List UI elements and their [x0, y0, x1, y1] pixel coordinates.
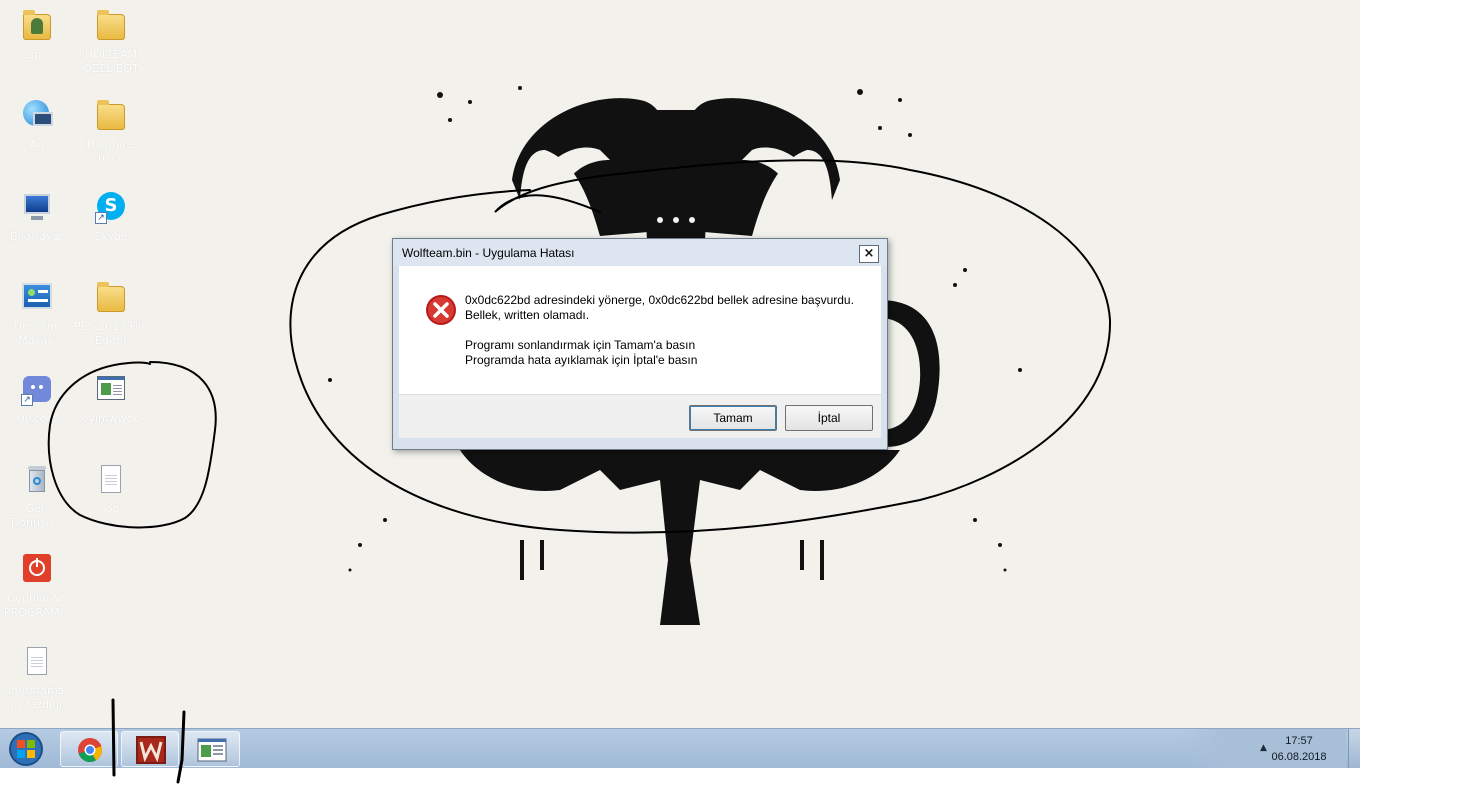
dialog-titlebar[interactable]: Wolfteam.bin - Uygulama Hatası ×	[393, 239, 887, 266]
desktop-icon-hilgmice[interactable]: Hilgmice hack	[74, 98, 148, 166]
skype-icon: S ↗	[93, 190, 129, 226]
message-line: Programda hata ayıklamak için İptal'e ba…	[465, 353, 698, 367]
dialog-title: Wolfteam.bin - Uygulama Hatası	[402, 246, 575, 260]
desktop-icon-control-panel[interactable]: Denetim Masası	[0, 280, 74, 348]
desktop-icon-skype[interactable]: S ↗ Skype	[74, 190, 148, 244]
cancel-button[interactable]: İptal	[785, 405, 873, 431]
clock-time: 17:57	[1285, 735, 1313, 747]
shortcut-arrow-icon: ↗	[95, 212, 107, 224]
system-tray: ▲ 17:57 06.08.2018	[1176, 729, 1346, 768]
error-icon	[426, 295, 456, 325]
desktop-icon-label: Discord	[16, 412, 58, 425]
recycle-bin-icon	[19, 462, 55, 498]
folder-icon	[93, 8, 129, 44]
desktop-icon-log[interactable]: log	[74, 462, 148, 516]
message-line: Programı sonlandırmak için Tamam'a basın	[465, 338, 696, 352]
desktop-icon-oyunlar[interactable]: Oyunlar Ve PROGRAM...	[0, 552, 74, 620]
dialog-body: 0x0dc622bd adresindeki yönerge, 0x0dc622…	[399, 266, 881, 394]
desktop-icon-label: esper	[21, 48, 53, 61]
app-window-icon	[93, 372, 129, 408]
taskbar-app-button[interactable]	[182, 731, 240, 767]
show-desktop-button[interactable]	[1348, 729, 1360, 768]
taskbar-wolfteam-button[interactable]	[121, 731, 179, 767]
desktop-icon-esper[interactable]: esper	[0, 8, 74, 62]
clock[interactable]: 17:57 06.08.2018	[1264, 733, 1334, 765]
desktop-icon-recycle-bin[interactable]: Geri Dönüşü...	[0, 462, 74, 530]
desktop-icon-label: log	[102, 502, 120, 515]
dialog-footer: Tamam İptal	[399, 394, 881, 438]
network-icon	[19, 98, 55, 134]
desktop-icon-label: PES 2013 File Editor	[74, 320, 148, 347]
ok-button[interactable]: Tamam	[689, 405, 777, 431]
desktop-icon-network[interactable]: Ağ	[0, 98, 74, 152]
desktop-icon-label: Oyunlar Ve PROGRAM...	[3, 592, 71, 619]
control-panel-icon	[19, 280, 55, 316]
desktop-icon-label: Skype	[94, 230, 128, 243]
taskbar-chrome-button[interactable]	[60, 731, 118, 767]
desktop-icon-label: Unutmamak İçin Yazdığı...	[1, 684, 73, 711]
taskbar: ▲ 17:57 06.08.2018	[0, 728, 1360, 768]
folder-icon	[93, 280, 129, 316]
desktop-icon-hdlteam[interactable]: HDLTEAM ÖZEL BOT	[74, 8, 148, 76]
text-file-icon	[93, 462, 129, 498]
discord-icon: ↗	[19, 372, 55, 408]
app-window-icon	[197, 738, 227, 762]
dialog-message: 0x0dc622bd adresindeki yönerge, 0x0dc622…	[465, 293, 865, 368]
chrome-icon	[78, 738, 102, 762]
desktop-icon-label: Geri Dönüşü...	[10, 502, 64, 529]
message-line: Bellek, written olamadı.	[465, 308, 590, 322]
desktop-icon-unutmamak[interactable]: Unutmamak İçin Yazdığı...	[0, 644, 74, 712]
clock-date: 06.08.2018	[1271, 751, 1327, 763]
desktop-icon-eyjmwwob[interactable]: eyjmwwob	[74, 372, 148, 426]
desktop-icon-label: Hilgmice hack	[87, 138, 135, 165]
windows-start-icon[interactable]	[3, 730, 49, 768]
shortcut-arrow-icon: ↗	[21, 394, 33, 406]
desktop-icon-label: Denetim Masası	[13, 320, 61, 347]
wolfteam-icon	[136, 736, 166, 764]
desktop-icon-discord[interactable]: ↗ Discord	[0, 372, 74, 426]
desktop-icon-pes[interactable]: PES 2013 File Editor	[74, 280, 148, 348]
desktop-icon-label: Ağ	[29, 138, 45, 151]
text-file-icon	[19, 644, 55, 680]
user-folder-icon	[19, 8, 55, 44]
power-app-icon	[19, 552, 55, 588]
computer-icon	[19, 190, 55, 226]
desktop-icon-label: eyjmwwob	[81, 412, 141, 425]
desktop-icon-computer[interactable]: Bilgisayar	[0, 190, 74, 244]
close-button[interactable]: ×	[859, 245, 879, 263]
folder-icon	[93, 98, 129, 134]
desktop: esper Ağ Bilgisayar Denetim Masası ↗ Dis…	[0, 0, 1360, 768]
error-dialog: Wolfteam.bin - Uygulama Hatası × 0x0dc62…	[392, 238, 888, 450]
desktop-icon-label: HDLTEAM ÖZEL BOT	[83, 48, 139, 75]
desktop-icon-label: Bilgisayar	[10, 230, 64, 243]
message-line: 0x0dc622bd adresindeki yönerge, 0x0dc622…	[465, 293, 854, 307]
